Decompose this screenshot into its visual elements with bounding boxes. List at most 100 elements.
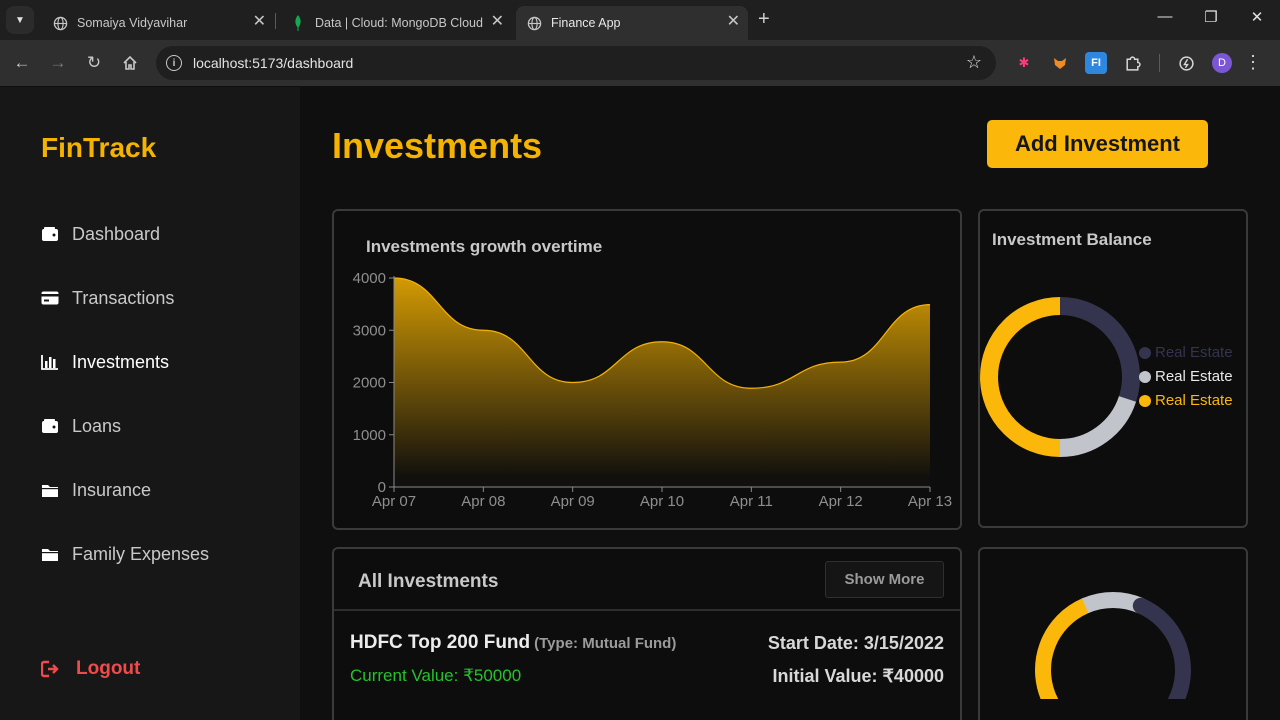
browser-tab-finance-app[interactable]: Finance App ✕	[516, 6, 748, 40]
sidebar-item-loans[interactable]: Loans	[41, 413, 121, 439]
back-arrow-icon[interactable]: ←	[10, 51, 34, 75]
close-tab-icon[interactable]: ✕	[491, 14, 504, 30]
donut-slice-2	[980, 297, 1061, 457]
globe-icon	[526, 15, 542, 31]
gauge-slice-1	[1082, 592, 1144, 614]
browser-tab-mongodb[interactable]: Data | Cloud: MongoDB Cloud ✕	[280, 6, 512, 40]
reload-icon[interactable]: ↻	[82, 51, 106, 75]
new-tab-icon[interactable]: +	[758, 8, 770, 31]
divider	[334, 609, 960, 611]
legend-label: Real Estate	[1155, 344, 1233, 361]
x-tick-label: Apr 09	[551, 493, 595, 510]
all-investments-card: All Investments Show More HDFC Top 200 F…	[332, 547, 962, 720]
x-tick-label: Apr 07	[372, 493, 416, 510]
sidebar-item-label: Transactions	[72, 287, 175, 308]
folder-icon	[41, 481, 59, 499]
logout-label: Logout	[76, 658, 141, 679]
growth-area-chart: 01000200030004000Apr 07 Apr 08 Apr 09 Apr 1…	[353, 270, 952, 510]
brand-logo[interactable]: FinTrack	[41, 132, 156, 164]
x-tick-label: Apr 13	[908, 493, 952, 510]
all-investments-title: All Investments	[358, 571, 499, 592]
balance-donut-chart	[980, 297, 1140, 457]
y-tick-label: 1000	[353, 427, 386, 444]
close-window-icon[interactable]: ✕	[1247, 8, 1267, 26]
investment-initial-value: Initial Value: ₹40000	[772, 666, 944, 686]
add-investment-button[interactable]: Add Investment	[987, 120, 1208, 168]
browser-tab-somaiya[interactable]: Somaiya Vidyavihar ✕	[42, 6, 274, 40]
investment-start-date: Start Date: 3/15/2022	[767, 633, 944, 653]
restore-icon[interactable]: ❐	[1201, 8, 1221, 26]
profile-avatar[interactable]: D	[1212, 53, 1232, 73]
investment-item[interactable]: HDFC Top 200 Fund (Type: Mutual Fund)	[350, 632, 676, 654]
extensions-puzzle-icon[interactable]	[1121, 52, 1143, 74]
logout-button[interactable]: Logout	[41, 658, 140, 680]
gauge-slice-2	[1132, 597, 1191, 699]
sidebar-item-insurance[interactable]: Insurance	[41, 477, 151, 503]
bookmark-star-icon[interactable]: ☆	[966, 52, 982, 73]
fi-icon[interactable]: FI	[1085, 52, 1107, 74]
growth-chart-card: Investments growth overtime 0 1000 2000 300…	[332, 209, 962, 530]
investment-type: (Type: Mutual Fund)	[534, 635, 677, 652]
sidebar-item-transactions[interactable]: Transactions	[41, 285, 174, 311]
donut-slice-1	[1059, 395, 1137, 457]
app-root: FinTrack Dashboard Transactions Investme…	[0, 87, 1280, 720]
wallet-icon	[41, 417, 59, 435]
puzzle-red-icon[interactable]: ✱	[1013, 52, 1035, 74]
sidebar: FinTrack Dashboard Transactions Investme…	[0, 87, 300, 720]
browser-menu-icon[interactable]: ⋮	[1244, 52, 1262, 72]
toolbar-separator	[1159, 54, 1160, 72]
legend-label: Real Estate	[1155, 368, 1233, 385]
area-fill	[394, 278, 930, 487]
home-icon[interactable]	[118, 51, 142, 75]
x-tick-label: Apr 08	[461, 493, 505, 510]
folder-icon	[41, 545, 59, 563]
minimize-icon[interactable]: —	[1155, 8, 1175, 25]
y-tick-label: 2000	[353, 375, 386, 392]
tab-search-chevron-icon[interactable]: ▼	[6, 6, 34, 34]
browser-tab-bar: ▼ Somaiya Vidyavihar ✕ Data | Cloud: Mon…	[0, 0, 1280, 40]
allocation-gauge-card	[978, 547, 1248, 720]
sidebar-item-investments[interactable]: Investments	[41, 349, 169, 375]
show-more-button[interactable]: Show More	[825, 561, 944, 598]
bar-chart-icon	[41, 353, 59, 371]
sidebar-item-label: Dashboard	[72, 223, 161, 244]
credit-card-icon	[41, 289, 59, 307]
sidebar-item-dashboard[interactable]: Dashboard	[41, 221, 160, 247]
legend-dot	[1139, 370, 1151, 383]
y-tick-label: 4000	[353, 270, 386, 287]
globe-icon	[52, 15, 68, 31]
x-tick-label: Apr 12	[819, 493, 863, 510]
tab-title: Somaiya Vidyavihar	[77, 16, 188, 30]
mongodb-leaf-icon	[290, 15, 306, 31]
close-tab-icon[interactable]: ✕	[727, 14, 740, 30]
forward-arrow-icon[interactable]: →	[46, 51, 70, 75]
site-info-icon[interactable]: i	[166, 55, 182, 71]
legend-item-real-estate-1: Real Estate	[1139, 344, 1233, 361]
tab-title: Finance App	[551, 16, 621, 30]
sidebar-item-label: Loans	[72, 415, 122, 436]
performance-icon[interactable]	[1175, 52, 1197, 74]
close-tab-icon[interactable]: ✕	[253, 14, 266, 30]
tab-separator	[275, 13, 276, 29]
balance-chart-title: Investment Balance	[992, 230, 1152, 249]
legend-dot	[1139, 394, 1151, 407]
sidebar-item-label: Insurance	[72, 479, 152, 500]
investment-name: HDFC Top 200 Fund	[350, 632, 531, 653]
legend-label: Real Estate	[1155, 392, 1233, 409]
allocation-gauge-chart	[1035, 592, 1191, 699]
legend-item-real-estate-2: Real Estate	[1139, 368, 1233, 385]
page-title: Investments	[332, 125, 543, 166]
investment-current-value: Current Value: ₹50000	[350, 666, 522, 685]
tab-title: Data | Cloud: MongoDB Cloud	[315, 16, 483, 30]
wallet-icon	[41, 225, 59, 243]
sidebar-item-family-expenses[interactable]: Family Expenses	[41, 541, 209, 567]
url-text[interactable]: localhost:5173/dashboard	[193, 55, 353, 71]
legend-item-real-estate-3: Real Estate	[1139, 392, 1233, 409]
gauge-slice-0	[1035, 597, 1094, 699]
address-bar[interactable]: i localhost:5173/dashboard ☆	[156, 46, 996, 80]
x-tick-label: Apr 11	[730, 493, 773, 510]
donut-slice-0	[1059, 297, 1140, 402]
logout-icon	[41, 659, 61, 679]
fox-icon[interactable]	[1049, 52, 1071, 74]
x-tick-label: Apr 10	[640, 493, 684, 510]
